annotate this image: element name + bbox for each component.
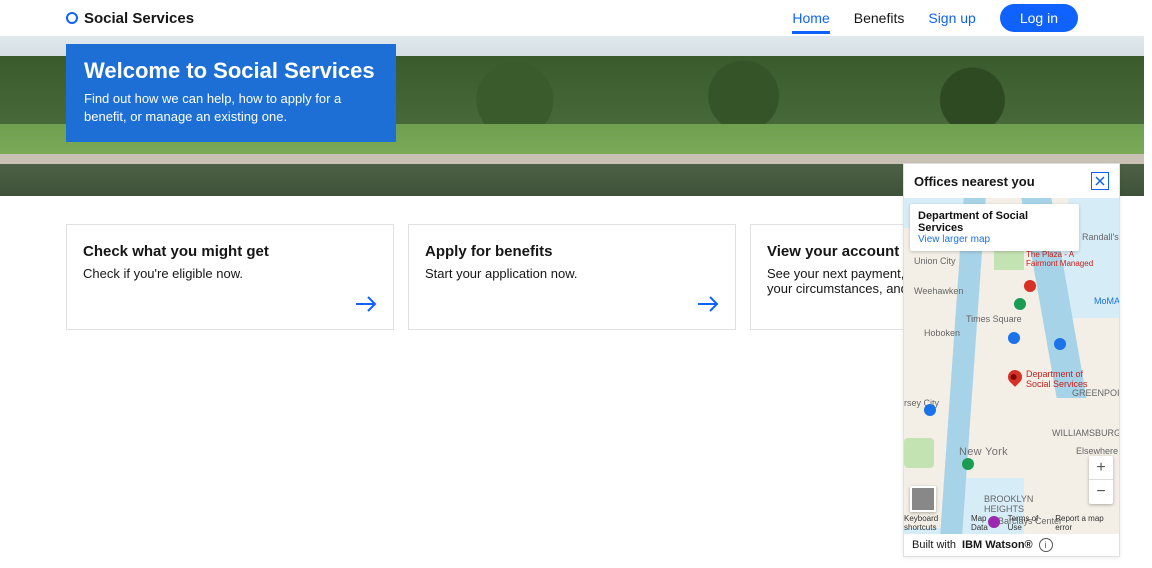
zoom-out-button[interactable]: − [1089,480,1113,504]
card-body: Check if you're eligible now. [83,266,377,281]
map-label: BROOKLYN HEIGHTS [984,494,1033,514]
map-data-link[interactable]: Map Data [971,514,1002,532]
map-panel-title: Offices nearest you [914,174,1035,189]
poi-icon [1024,280,1036,292]
welcome-panel: Welcome to Social Services Find out how … [66,44,396,142]
close-map-button[interactable] [1091,172,1109,190]
map-info-link[interactable]: View larger map [918,234,1071,245]
primary-nav: Home Benefits Sign up Log in [792,2,1078,34]
close-icon [1095,176,1105,186]
card-check-eligibility[interactable]: Check what you might get Check if you're… [66,224,394,330]
card-apply-benefits[interactable]: Apply for benefits Start your applicatio… [408,224,736,330]
nav-signup[interactable]: Sign up [928,2,975,34]
card-body: Start your application now. [425,266,719,281]
welcome-subtitle: Find out how we can help, how to apply f… [84,90,378,126]
login-button[interactable]: Log in [1000,4,1078,32]
welcome-title: Welcome to Social Services [84,58,378,84]
brand[interactable]: Social Services [66,10,194,27]
nav-home[interactable]: Home [792,2,829,34]
map-report-link[interactable]: Report a map error [1055,514,1115,532]
map-credits: Keyboard shortcuts Map Data Terms of Use… [904,514,1115,532]
map-label: Weehawken [914,286,963,296]
poi-icon [962,458,974,470]
map-canvas[interactable]: MANHATTAN New York Hoboken rsey City WIL… [904,198,1119,534]
info-icon[interactable]: i [1039,538,1053,552]
zoom-in-button[interactable]: + [1089,456,1113,480]
page-scrollbar[interactable] [1148,0,1152,568]
offices-map-panel: Offices nearest you MANHATTAN New York H… [903,163,1120,557]
map-label: Times Square [966,314,1022,324]
card-title: Apply for benefits [425,243,719,260]
map-label: New York [959,446,1008,458]
nav-benefits[interactable]: Benefits [854,2,905,34]
map-info-title: Department of Social Services [918,210,1071,234]
card-title: Check what you might get [83,243,377,260]
brand-logo-icon [66,12,78,24]
map-shortcuts-link[interactable]: Keyboard shortcuts [904,514,965,532]
map-pin-label: Department of Social Services [1026,370,1088,390]
arrow-right-icon [355,296,377,317]
ibm-watson-label: IBM Watson® [962,539,1033,551]
map-label: Hoboken [924,328,960,338]
map-label: Elsewhere [1076,446,1118,456]
map-label: Randall's [1082,232,1119,242]
poi-icon [1008,332,1020,344]
arrow-right-icon [697,296,719,317]
map-label: WILLIAMSBURG [1052,428,1119,438]
map-label: MoMA [1094,296,1119,306]
brand-name: Social Services [84,10,194,27]
poi-icon [924,404,936,416]
map-terms-link[interactable]: Terms of Use [1008,514,1050,532]
map-label: The Plaza - A Fairmont Managed [1026,250,1093,268]
map-footer: Built with IBM Watson® i [904,534,1119,556]
map-zoom-control: + − [1089,456,1113,504]
built-with-label: Built with [912,539,956,551]
map-info-card: Department of Social Services View large… [910,204,1079,251]
top-header: Social Services Home Benefits Sign up Lo… [42,0,1102,36]
map-label: Union City [914,256,956,266]
streetview-thumb[interactable] [910,486,936,512]
poi-icon [1014,298,1026,310]
poi-icon [1054,338,1066,350]
